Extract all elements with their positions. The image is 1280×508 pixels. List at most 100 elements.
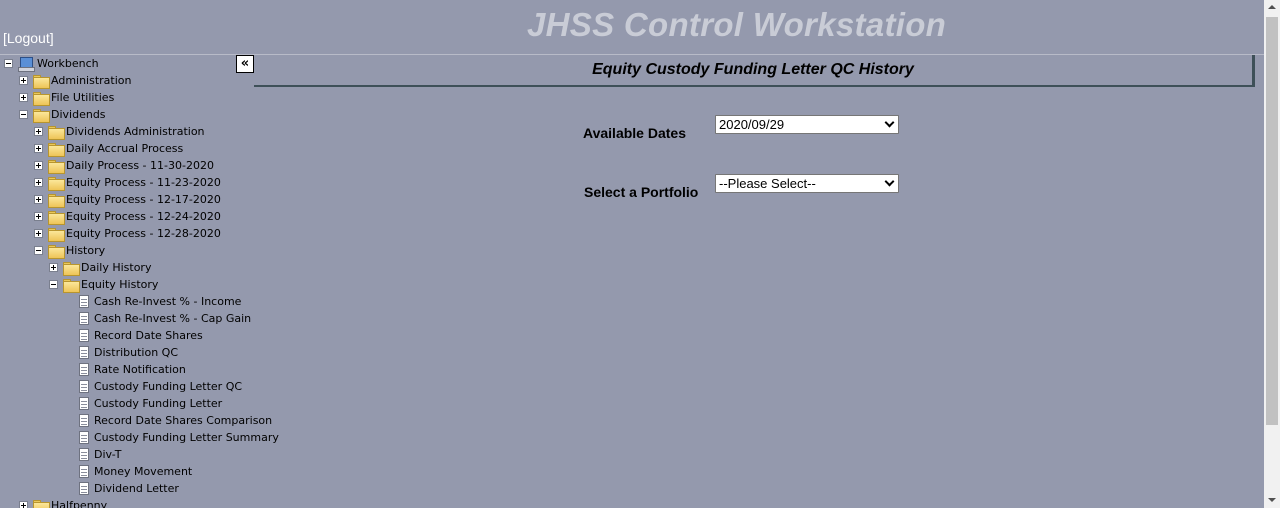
collapse-icon[interactable] xyxy=(34,246,43,255)
tree-item-label[interactable]: Record Date Shares Comparison xyxy=(94,414,272,427)
tree-item-label[interactable]: Record Date Shares xyxy=(94,329,203,342)
tree-item-label[interactable]: Cash Re-Invest % - Cap Gain xyxy=(94,312,251,325)
collapse-icon[interactable] xyxy=(4,59,13,68)
scroll-up-arrow-icon[interactable] xyxy=(1264,0,1280,16)
tree-item[interactable]: Equity Process - 11-23-2020 xyxy=(34,174,221,191)
tree-item-label[interactable]: Rate Notification xyxy=(94,363,186,376)
tree-item[interactable]: Rate Notification xyxy=(79,361,186,378)
folder-icon xyxy=(48,244,65,259)
tree-item-label[interactable]: Dividends xyxy=(51,108,106,121)
expand-icon[interactable] xyxy=(34,195,43,204)
tree-item-label[interactable]: Administration xyxy=(51,74,132,87)
tree-item-label[interactable]: Daily Accrual Process xyxy=(66,142,183,155)
document-icon xyxy=(79,448,89,461)
document-icon xyxy=(79,363,89,376)
expand-icon[interactable] xyxy=(19,93,28,102)
navigation-tree: Workbench Administration File Utilities Div… xyxy=(0,55,279,508)
tree-item-label[interactable]: Equity Process - 12-28-2020 xyxy=(66,227,221,240)
document-icon xyxy=(79,431,89,444)
available-dates-label: Available Dates xyxy=(583,125,686,141)
document-icon xyxy=(79,329,89,342)
tree-item[interactable]: Workbench xyxy=(4,55,99,72)
tree-item[interactable]: Record Date Shares Comparison xyxy=(79,412,272,429)
folder-icon xyxy=(33,91,50,106)
tree-item[interactable]: Equity Process - 12-17-2020 xyxy=(34,191,221,208)
folder-icon xyxy=(63,261,80,276)
tree-item-label[interactable]: Dividend Letter xyxy=(94,482,179,495)
tree-item-label[interactable]: Distribution QC xyxy=(94,346,178,359)
tree-item-label[interactable]: Equity Process - 12-17-2020 xyxy=(66,193,221,206)
tree-item[interactable]: Dividends Administration xyxy=(34,123,205,140)
folder-icon xyxy=(33,108,50,123)
portfolio-select[interactable]: --Please Select-- xyxy=(715,174,899,193)
available-dates-value: 2020/09/29 xyxy=(719,117,785,132)
tree-item[interactable]: Halfpenny xyxy=(19,497,107,508)
folder-icon xyxy=(48,125,65,140)
expand-icon[interactable] xyxy=(34,178,43,187)
tree-item-label[interactable]: Cash Re-Invest % - Income xyxy=(94,295,241,308)
scroll-down-arrow-icon[interactable] xyxy=(1264,492,1280,508)
tree-item[interactable]: Daily Accrual Process xyxy=(34,140,183,157)
tree-item-label[interactable]: File Utilities xyxy=(51,91,114,104)
tree-item[interactable]: Administration xyxy=(19,72,132,89)
panel-title-bar: Equity Custody Funding Letter QC History xyxy=(254,55,1255,87)
tree-item-label[interactable]: Workbench xyxy=(37,57,99,70)
tree-item[interactable]: Cash Re-Invest % - Cap Gain xyxy=(79,310,251,327)
tree-item-label[interactable]: Equity History xyxy=(81,278,158,291)
tree-item[interactable]: Equity History xyxy=(49,276,158,293)
tree-item[interactable]: History xyxy=(34,242,105,259)
document-icon xyxy=(79,397,89,410)
tree-item[interactable]: Record Date Shares xyxy=(79,327,203,344)
tree-item-label[interactable]: Money Movement xyxy=(94,465,192,478)
collapse-sidebar-button[interactable]: « xyxy=(236,55,254,73)
tree-item[interactable]: Div-T xyxy=(79,446,121,463)
chevron-down-icon xyxy=(884,117,895,128)
tree-item-label[interactable]: Custody Funding Letter Summary xyxy=(94,431,279,444)
expand-icon[interactable] xyxy=(49,263,58,272)
tree-item[interactable]: Custody Funding Letter QC xyxy=(79,378,242,395)
folder-icon xyxy=(33,499,50,508)
tree-item[interactable]: Equity Process - 12-24-2020 xyxy=(34,208,221,225)
collapse-icon[interactable] xyxy=(19,110,28,119)
tree-item-label[interactable]: Daily History xyxy=(81,261,151,274)
tree-item-label[interactable]: Equity Process - 12-24-2020 xyxy=(66,210,221,223)
tree-item[interactable]: Dividends xyxy=(19,106,106,123)
computer-icon xyxy=(18,56,35,72)
document-icon xyxy=(79,380,89,393)
tree-item[interactable]: Money Movement xyxy=(79,463,192,480)
tree-item-label[interactable]: Halfpenny xyxy=(51,499,107,508)
available-dates-select[interactable]: 2020/09/29 xyxy=(715,115,899,134)
document-icon xyxy=(79,414,89,427)
expand-icon[interactable] xyxy=(34,161,43,170)
scrollbar-thumb[interactable] xyxy=(1266,17,1278,425)
logout-link[interactable]: [Logout] xyxy=(3,30,54,46)
expand-icon[interactable] xyxy=(19,501,28,508)
app-title: JHSS Control Workstation xyxy=(527,6,947,43)
tree-item[interactable]: Custody Funding Letter xyxy=(79,395,222,412)
tree-item[interactable]: Equity Process - 12-28-2020 xyxy=(34,225,221,242)
folder-icon xyxy=(48,176,65,191)
tree-item[interactable]: Cash Re-Invest % - Income xyxy=(79,293,241,310)
tree-item-label[interactable]: Daily Process - 11-30-2020 xyxy=(66,159,214,172)
tree-item-label[interactable]: Equity Process - 11-23-2020 xyxy=(66,176,221,189)
tree-item-label[interactable]: Custody Funding Letter xyxy=(94,397,222,410)
document-icon xyxy=(79,465,89,478)
tree-item-label[interactable]: Dividends Administration xyxy=(66,125,205,138)
tree-item[interactable]: Dividend Letter xyxy=(79,480,179,497)
expand-icon[interactable] xyxy=(34,212,43,221)
expand-icon[interactable] xyxy=(34,144,43,153)
tree-item[interactable]: File Utilities xyxy=(19,89,114,106)
expand-icon[interactable] xyxy=(34,229,43,238)
expand-icon[interactable] xyxy=(19,76,28,85)
tree-item-label[interactable]: Div-T xyxy=(94,448,121,461)
tree-item[interactable]: Distribution QC xyxy=(79,344,178,361)
tree-item[interactable]: Daily Process - 11-30-2020 xyxy=(34,157,214,174)
tree-item-label[interactable]: History xyxy=(66,244,105,257)
folder-icon xyxy=(63,278,80,293)
tree-item-label[interactable]: Custody Funding Letter QC xyxy=(94,380,242,393)
expand-icon[interactable] xyxy=(34,127,43,136)
vertical-scrollbar[interactable] xyxy=(1264,0,1280,508)
tree-item[interactable]: Daily History xyxy=(49,259,151,276)
tree-item[interactable]: Custody Funding Letter Summary xyxy=(79,429,279,446)
collapse-icon[interactable] xyxy=(49,280,58,289)
